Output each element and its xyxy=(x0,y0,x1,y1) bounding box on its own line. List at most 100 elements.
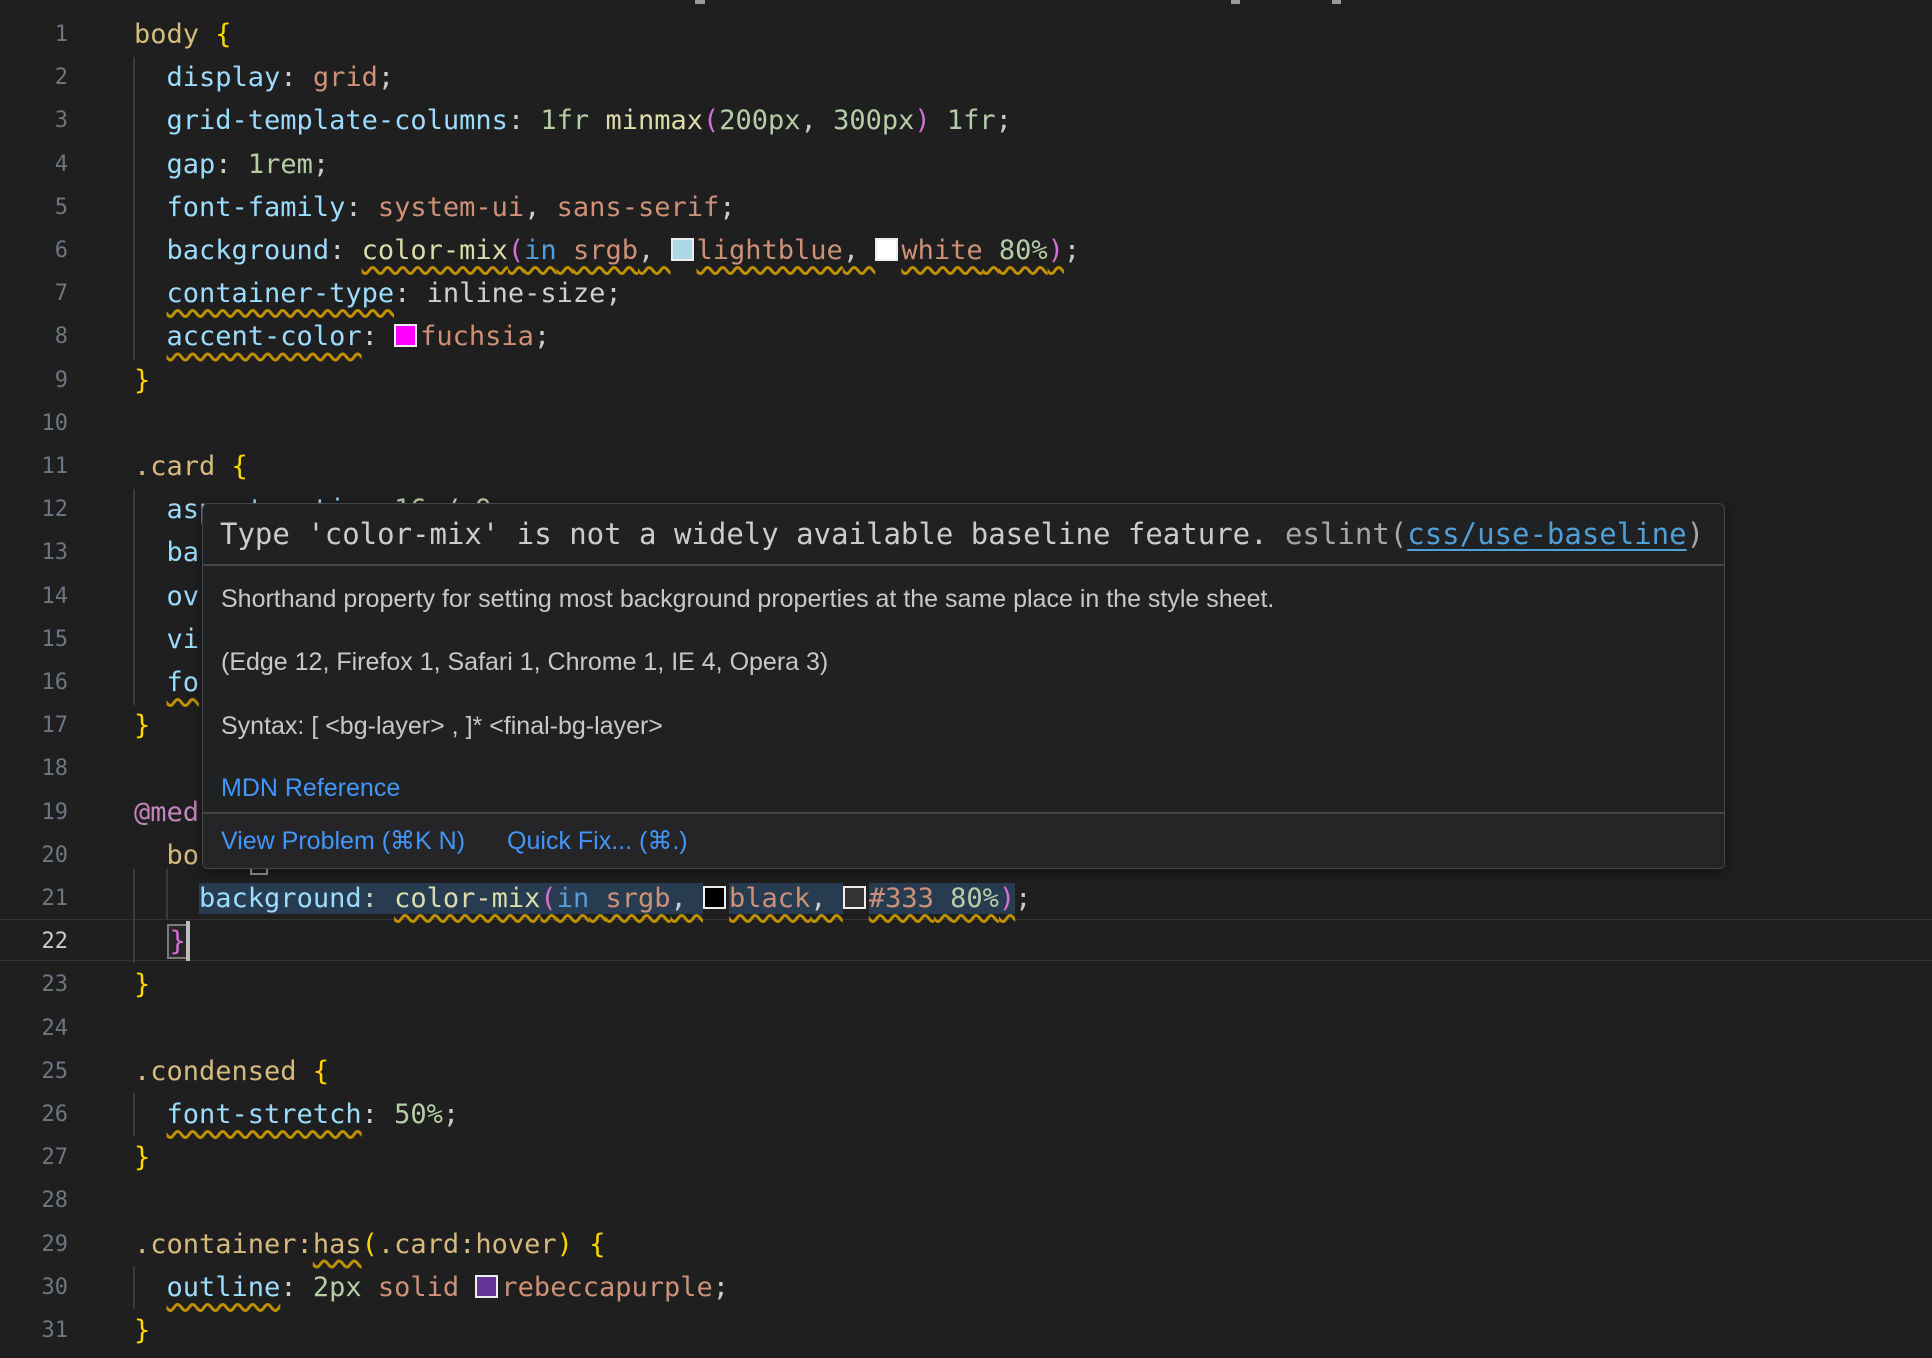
code-token: rebeccapurple xyxy=(501,1272,712,1303)
code-token: ; xyxy=(313,149,329,180)
color-swatch[interactable] xyxy=(875,238,898,261)
code-token: ; xyxy=(534,321,550,352)
code-text: accent-color: fuchsia; xyxy=(134,315,550,359)
code-token: } xyxy=(134,969,150,1000)
line-number: 3 xyxy=(0,99,68,143)
color-swatch[interactable] xyxy=(475,1275,498,1298)
code-text: .container:has(.card:hover) { xyxy=(134,1223,605,1267)
code-line-22[interactable]: 22 } xyxy=(0,920,1932,964)
code-line-2[interactable]: 2 display: grid; xyxy=(0,56,1932,100)
code-token xyxy=(134,321,167,352)
code-token: vi xyxy=(167,624,200,655)
code-token: } xyxy=(134,710,150,741)
code-line-9[interactable]: 9} xyxy=(0,359,1932,403)
code-token xyxy=(934,883,950,914)
code-token: color-mix xyxy=(362,235,508,266)
code-text: @med xyxy=(134,791,199,835)
code-line-4[interactable]: 4 gap: 1rem; xyxy=(0,143,1932,187)
mdn-reference-link[interactable]: MDN Reference xyxy=(221,773,400,803)
property-description: Shorthand property for setting most back… xyxy=(221,584,1274,614)
code-token: .container: xyxy=(134,1229,313,1260)
code-token: } xyxy=(134,1315,150,1346)
line-number: 2 xyxy=(0,56,68,100)
clipped-text-mark xyxy=(1231,0,1240,4)
line-number: 17 xyxy=(0,704,68,748)
editor-window: 1body {2 display: grid;3 grid-template-c… xyxy=(0,0,1932,1358)
code-line-24[interactable]: 24 xyxy=(0,1007,1932,1051)
line-number: 28 xyxy=(0,1179,68,1223)
code-token xyxy=(134,537,167,568)
code-token: system-ui xyxy=(378,192,524,223)
code-token: accent-color xyxy=(167,321,362,352)
color-swatch[interactable] xyxy=(394,324,417,347)
code-line-11[interactable]: 11.card { xyxy=(0,445,1932,489)
code-line-1[interactable]: 1body { xyxy=(0,13,1932,57)
code-token: , xyxy=(671,883,704,914)
line-number: 13 xyxy=(0,531,68,575)
code-token: ( xyxy=(508,235,524,266)
code-token: 1rem xyxy=(248,149,313,180)
code-token: : xyxy=(508,105,541,136)
code-text: } xyxy=(134,704,150,748)
code-line-28[interactable]: 28 xyxy=(0,1179,1932,1223)
code-text: .condensed { xyxy=(134,1050,329,1094)
code-line-6[interactable]: 6 background: color-mix(in srgb, lightbl… xyxy=(0,229,1932,273)
code-token: ; xyxy=(605,278,621,309)
code-text: ov xyxy=(134,575,199,619)
color-swatch[interactable] xyxy=(843,886,866,909)
code-token: font-family xyxy=(167,192,346,223)
code-line-7[interactable]: 7 container-type: inline-size; xyxy=(0,272,1932,316)
code-line-29[interactable]: 29.container:has(.card:hover) { xyxy=(0,1223,1932,1267)
line-number: 19 xyxy=(0,791,68,835)
code-token: .condensed xyxy=(134,1056,313,1087)
quick-fix-button[interactable]: Quick Fix... (⌘.) xyxy=(507,826,688,856)
code-token: ; xyxy=(713,1272,729,1303)
code-token: body xyxy=(134,19,215,50)
bracket-match-sliver xyxy=(250,869,268,875)
code-line-21[interactable]: 21 background: color-mix(in srgb, black,… xyxy=(0,877,1932,921)
code-line-31[interactable]: 31} xyxy=(0,1309,1932,1353)
code-token: #333 xyxy=(869,883,934,914)
code-line-30[interactable]: 30 outline: 2px solid rebeccapurple; xyxy=(0,1266,1932,1310)
code-token: ) xyxy=(999,883,1015,914)
code-line-26[interactable]: 26 font-stretch: 50%; xyxy=(0,1093,1932,1137)
color-swatch[interactable] xyxy=(671,238,694,261)
code-line-25[interactable]: 25.condensed { xyxy=(0,1050,1932,1094)
code-token xyxy=(459,1272,475,1303)
code-token: : xyxy=(362,883,395,914)
eslint-rule-link[interactable]: css/use-baseline xyxy=(1407,517,1686,551)
code-token: @med xyxy=(134,797,199,828)
code-token: : xyxy=(362,1099,395,1130)
line-number: 27 xyxy=(0,1136,68,1180)
code-line-10[interactable]: 10 xyxy=(0,402,1932,446)
code-line-5[interactable]: 5 font-family: system-ui, sans-serif; xyxy=(0,186,1932,230)
code-token: : xyxy=(329,235,362,266)
code-token: ( xyxy=(703,105,719,136)
code-line-23[interactable]: 23} xyxy=(0,963,1932,1007)
code-token: display xyxy=(167,62,281,93)
indent-guide xyxy=(166,869,168,919)
tooltip-action-bar: View Problem (⌘K N) Quick Fix... (⌘.) xyxy=(203,814,1724,869)
code-token: color-mix xyxy=(394,883,540,914)
code-token: : xyxy=(362,321,395,352)
line-number: 21 xyxy=(0,877,68,921)
line-number: 10 xyxy=(0,402,68,446)
color-swatch[interactable] xyxy=(703,886,726,909)
code-token xyxy=(134,1272,167,1303)
tooltip-divider xyxy=(203,564,1724,566)
code-token: gap xyxy=(167,149,216,180)
code-line-3[interactable]: 3 grid-template-columns: 1fr minmax(200p… xyxy=(0,99,1932,143)
code-line-27[interactable]: 27} xyxy=(0,1136,1932,1180)
code-text: .card { xyxy=(134,445,248,489)
code-token: has xyxy=(313,1229,362,1260)
code-line-8[interactable]: 8 accent-color: fuchsia; xyxy=(0,315,1932,359)
code-text: } xyxy=(134,1309,150,1353)
code-token xyxy=(134,1099,167,1130)
code-text: } xyxy=(134,920,189,964)
view-problem-button[interactable]: View Problem (⌘K N) xyxy=(221,826,465,856)
diagnostic-source-suffix: ) xyxy=(1687,517,1704,551)
line-number: 8 xyxy=(0,315,68,359)
code-text: background: color-mix(in srgb, black, #3… xyxy=(134,877,1031,921)
code-token: container-type xyxy=(167,278,395,309)
code-token xyxy=(134,192,167,223)
